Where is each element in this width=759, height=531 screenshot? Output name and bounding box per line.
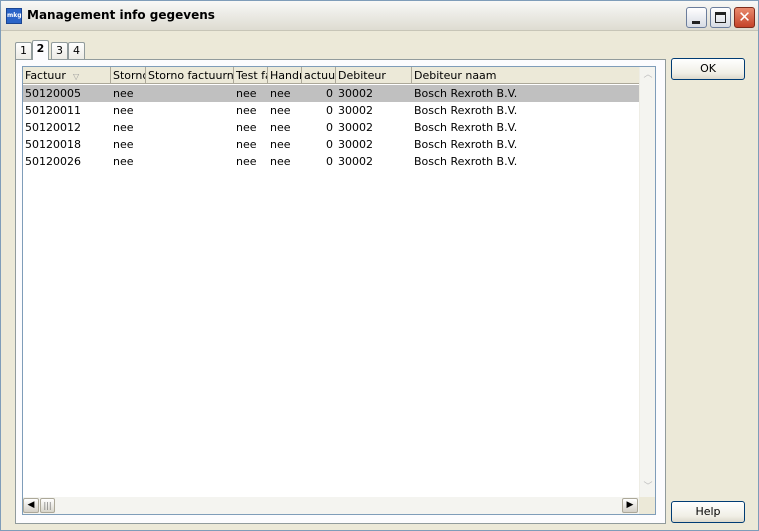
sort-descending-icon: ▽ [73, 72, 80, 81]
minimize-icon [692, 21, 700, 24]
scrollbar-corner [639, 497, 655, 514]
help-button[interactable]: Help [671, 501, 745, 523]
scroll-right-icon[interactable]: ▶ [622, 498, 638, 513]
cell-handmatig: nee [270, 104, 291, 117]
table-row[interactable]: 50120005 nee nee nee 0 30002 Bosch Rexroth B.V… [23, 85, 639, 102]
cell-storno-factuurnummer [146, 136, 234, 153]
cell-storno: nee [113, 104, 134, 117]
column-header-handmatig[interactable]: Handn [268, 67, 302, 84]
cell-factuur: 50120018 [25, 138, 81, 151]
table-row[interactable]: 50120012 nee nee nee 0 30002 Bosch Rexroth B.V… [23, 119, 639, 136]
table-row[interactable]: 50120011 nee nee nee 0 30002 Bosch Rexroth B.V… [23, 102, 639, 119]
scroll-left-icon[interactable]: ◀ [23, 498, 39, 513]
grid-header: Factuur ▽ Stornc Storno factuurnun Test … [23, 67, 639, 84]
app-icon: mkg [6, 8, 22, 24]
cell-test-factuur: nee [236, 155, 257, 168]
close-button[interactable]: ✕ [734, 7, 755, 28]
window-title: Management info gegevens [27, 8, 215, 22]
scroll-down-icon[interactable]: ﹀ [640, 479, 655, 495]
table-row[interactable]: 50120026 nee nee nee 0 30002 Bosch Rexroth B.V… [23, 153, 639, 170]
cell-storno: nee [113, 138, 134, 151]
cell-handmatig: nee [270, 87, 291, 100]
cell-debiteur: 30002 [338, 121, 373, 134]
cell-storno: nee [113, 87, 134, 100]
column-header-storno-factuurnummer[interactable]: Storno factuurnun [146, 67, 234, 84]
cell-test-factuur: nee [236, 121, 257, 134]
cell-storno-factuurnummer [146, 85, 234, 102]
cell-debiteur-naam: Bosch Rexroth B.V. [414, 87, 518, 100]
cell-debiteur: 30002 [338, 104, 373, 117]
cell-factuur: 50120012 [25, 121, 81, 134]
column-header-storno[interactable]: Stornc [111, 67, 146, 84]
title-bar[interactable]: mkg Management info gegevens ✕ [1, 1, 758, 31]
grid-body: 50120005 nee nee nee 0 30002 Bosch Rexroth B.V… [23, 85, 639, 495]
cell-test-factuur: nee [236, 104, 257, 117]
column-header-test-factuur[interactable]: Test fa [234, 67, 268, 84]
tab-2[interactable]: 2 [32, 40, 49, 60]
tab-1[interactable]: 1 [15, 42, 32, 59]
invoice-grid[interactable]: Factuur ▽ Stornc Storno factuurnun Test … [22, 66, 656, 515]
column-header-factuur-2[interactable]: actuur [302, 67, 336, 84]
column-header-factuur[interactable]: Factuur ▽ [23, 67, 111, 84]
horizontal-scrollbar[interactable]: ◀ ||| ▶ [23, 497, 639, 514]
cell-debiteur-naam: Bosch Rexroth B.V. [414, 155, 518, 168]
cell-test-factuur: nee [236, 87, 257, 100]
maximize-button[interactable] [710, 7, 731, 28]
cell-test-factuur: nee [236, 138, 257, 151]
cell-storno: nee [113, 155, 134, 168]
maximize-icon [715, 12, 726, 23]
cell-factuur-2: 0 [326, 155, 333, 168]
close-icon: ✕ [738, 8, 751, 26]
horizontal-scroll-thumb[interactable]: ||| [40, 498, 55, 513]
cell-handmatig: nee [270, 138, 291, 151]
cell-factuur-2: 0 [326, 138, 333, 151]
cell-storno: nee [113, 121, 134, 134]
table-row[interactable]: 50120018 nee nee nee 0 30002 Bosch Rexroth B.V… [23, 136, 639, 153]
cell-handmatig: nee [270, 121, 291, 134]
cell-handmatig: nee [270, 155, 291, 168]
cell-factuur: 50120005 [25, 87, 81, 100]
cell-storno-factuurnummer [146, 119, 234, 136]
cell-debiteur: 30002 [338, 87, 373, 100]
cell-factuur-2: 0 [326, 87, 333, 100]
cell-debiteur-naam: Bosch Rexroth B.V. [414, 138, 518, 151]
cell-factuur-2: 0 [326, 121, 333, 134]
cell-storno-factuurnummer [146, 102, 234, 119]
tab-4[interactable]: 4 [68, 42, 85, 59]
cell-debiteur: 30002 [338, 138, 373, 151]
minimize-button[interactable] [686, 7, 707, 28]
cell-debiteur-naam: Bosch Rexroth B.V. [414, 121, 518, 134]
vertical-scrollbar[interactable]: ︿ ﹀ [639, 67, 655, 497]
tab-3[interactable]: 3 [51, 42, 68, 59]
column-header-debiteur[interactable]: Debiteur [336, 67, 412, 84]
cell-debiteur: 30002 [338, 155, 373, 168]
cell-factuur: 50120011 [25, 104, 81, 117]
column-header-debiteur-naam[interactable]: Debiteur naam [412, 67, 639, 84]
column-header-label: Factuur [25, 69, 66, 82]
cell-factuur: 50120026 [25, 155, 81, 168]
cell-storno-factuurnummer [146, 153, 234, 170]
cell-factuur-2: 0 [326, 104, 333, 117]
scroll-up-icon[interactable]: ︿ [640, 67, 655, 83]
ok-button[interactable]: OK [671, 58, 745, 80]
main-window: mkg Management info gegevens ✕ 1 2 3 4 F… [0, 0, 759, 531]
cell-debiteur-naam: Bosch Rexroth B.V. [414, 104, 518, 117]
